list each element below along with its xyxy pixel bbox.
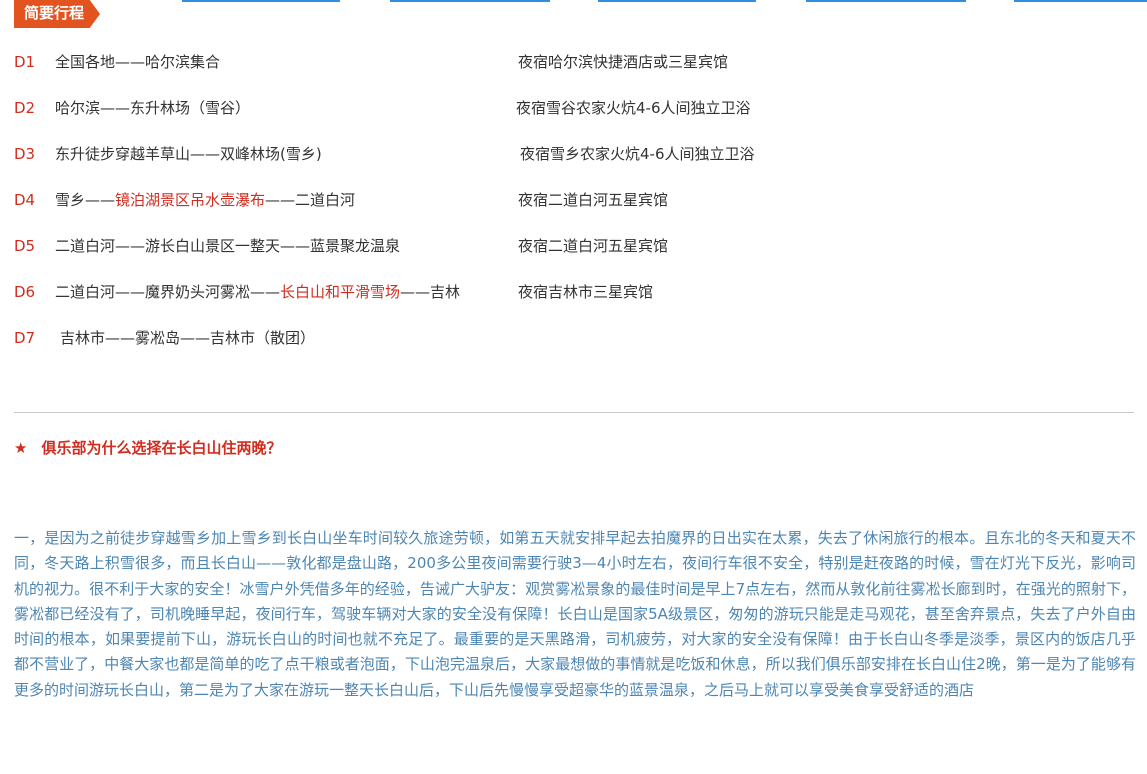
route-text: 二道白河——游长白山景区一整天——蓝景聚龙温泉	[55, 237, 401, 255]
tab-divider-bar	[806, 0, 966, 2]
day-label: D4	[14, 191, 36, 209]
highlight-attraction: 镜泊湖景区吊水壶瀑布	[115, 191, 266, 209]
faq-question: ★ 俱乐部为什么选择在长白山住两晚？	[14, 437, 281, 458]
route-text: 二道白河——魔界奶头河雾凇——长白山和平滑雪场——吉林	[55, 283, 461, 301]
route-text: 雪乡——镜泊湖景区吊水壶瀑布——二道白河	[55, 191, 356, 209]
route-text: 全国各地——哈尔滨集合	[55, 53, 221, 71]
route-text: 吉林市——雾凇岛——吉林市（散团）	[60, 329, 316, 347]
highlight-attraction: 长白山和平滑雪场	[280, 283, 401, 301]
day-label: D7	[14, 329, 36, 347]
stay-text: 夜宿吉林市三星宾馆	[518, 283, 654, 301]
section-tab: 简要行程	[14, 0, 101, 28]
star-icon: ★	[14, 439, 28, 457]
stay-text: 夜宿雪谷农家火炕4-6人间独立卫浴	[516, 99, 751, 117]
day-label: D1	[14, 53, 36, 71]
tab-divider-bar	[182, 0, 340, 2]
day-label: D5	[14, 237, 36, 255]
route-text: 哈尔滨——东升林场（雪谷）	[55, 99, 251, 117]
day-label: D6	[14, 283, 36, 301]
stay-text: 夜宿雪乡农家火炕4-6人间独立卫浴	[520, 145, 755, 163]
question-text: 俱乐部为什么选择在长白山住两晚？	[41, 439, 282, 457]
tab-divider-bar	[390, 0, 550, 2]
tab-divider-bar	[598, 0, 756, 2]
tab-divider-bar	[1014, 0, 1147, 2]
stay-text: 夜宿哈尔滨快捷酒店或三星宾馆	[518, 53, 729, 71]
stay-text: 夜宿二道白河五星宾馆	[518, 191, 669, 209]
answer-paragraph: 一，是因为之前徒步穿越雪乡加上雪乡到长白山坐车时间较久旅途劳顿，如第五天就安排早…	[14, 529, 1136, 699]
day-label: D2	[14, 99, 36, 117]
stay-text: 夜宿二道白河五星宾馆	[518, 237, 669, 255]
section-divider	[14, 412, 1134, 413]
route-text: 东升徒步穿越羊草山——双峰林场(雪乡)	[55, 145, 322, 163]
day-label: D3	[14, 145, 36, 163]
